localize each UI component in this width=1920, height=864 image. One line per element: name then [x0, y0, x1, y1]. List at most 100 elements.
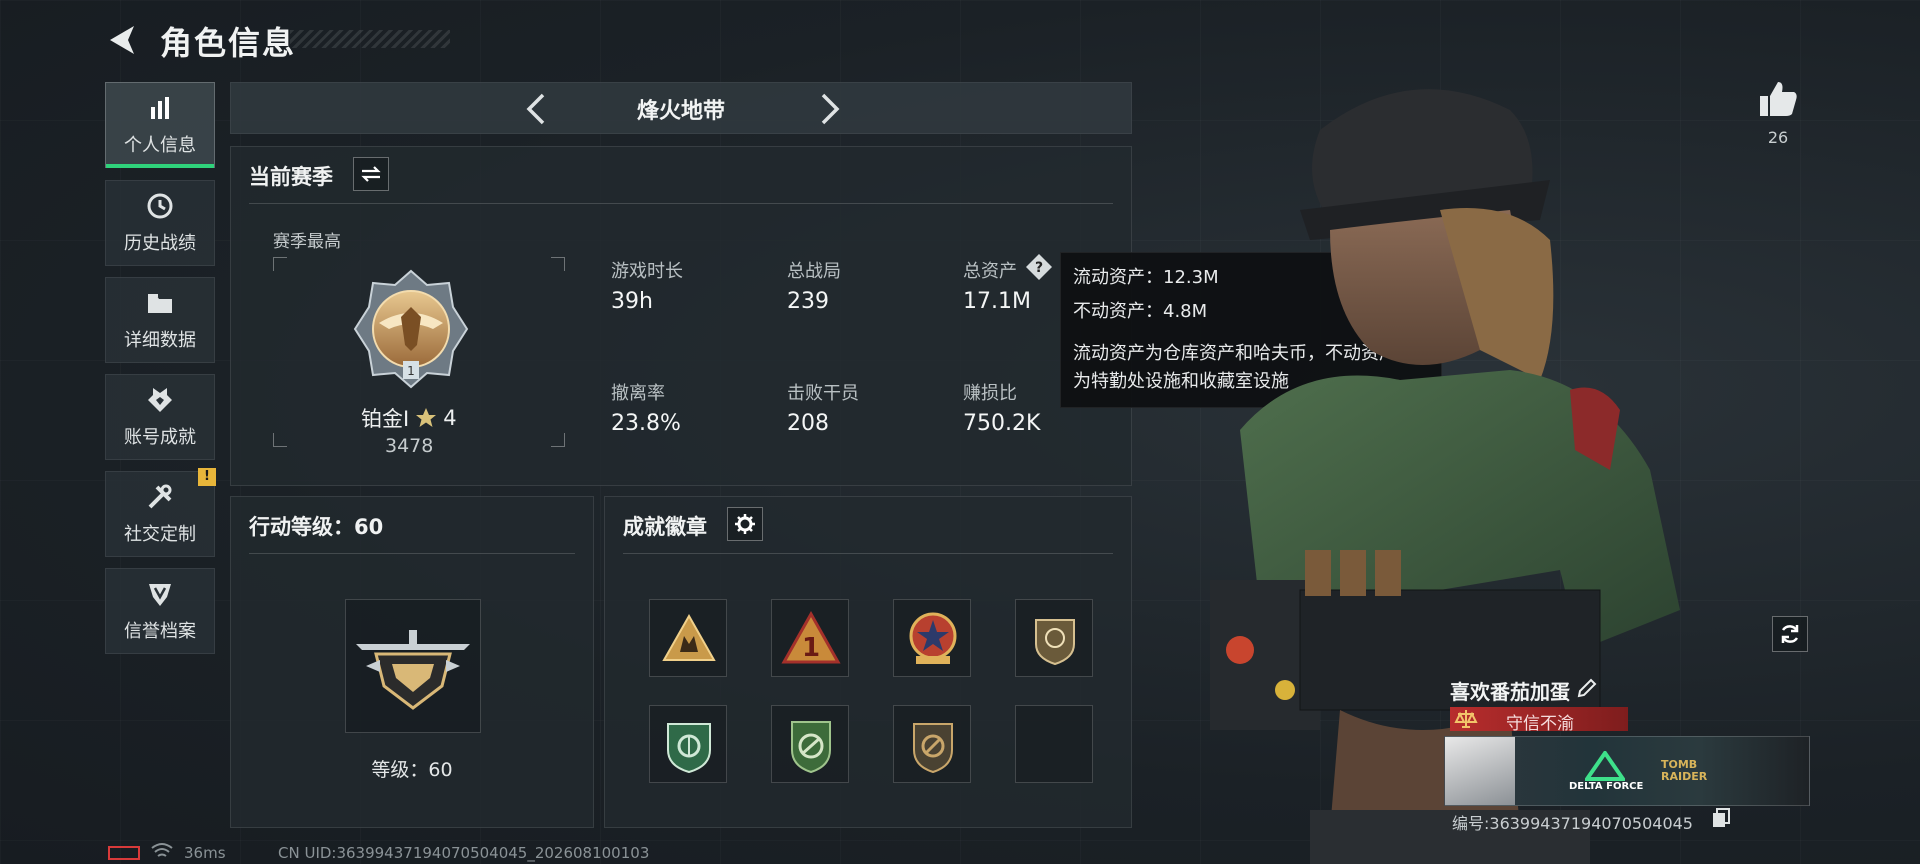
- skull-shield-badge-icon: [1035, 619, 1075, 666]
- bar-chart-icon: [151, 97, 169, 119]
- badge-empty-slot[interactable]: [1015, 705, 1093, 783]
- badge-number-one[interactable]: 1: [771, 599, 849, 677]
- stat-label: 撤离率: [611, 383, 665, 404]
- folder-icon: [148, 294, 172, 313]
- stat-value: 208: [787, 411, 829, 436]
- sidebar-item-history[interactable]: 历史战绩: [105, 180, 215, 266]
- edit-pencil-icon[interactable]: [1576, 677, 1598, 699]
- level-emblem-frame: [345, 599, 481, 733]
- divider: [623, 553, 1113, 554]
- stat-value: 39h: [611, 289, 653, 314]
- copy-icon[interactable]: [1712, 808, 1730, 828]
- action-level-panel: 行动等级：60 等级：60: [230, 496, 594, 828]
- season-title: 当前赛季: [249, 165, 333, 189]
- stat-label: 总战局: [787, 261, 841, 282]
- like-count: 26: [1767, 128, 1789, 147]
- stat-value: 239: [787, 289, 829, 314]
- title-decoration: [290, 30, 450, 48]
- thumbs-up-icon[interactable]: [1758, 80, 1798, 118]
- divider: [249, 553, 575, 554]
- stat-label: 游戏时长: [611, 261, 683, 282]
- page-title: 角色信息: [160, 24, 297, 62]
- sidebar-item-achievements[interactable]: 账号成就: [105, 374, 215, 460]
- sidebar-item-label: 详细数据: [124, 330, 196, 351]
- shield-icon: [149, 584, 171, 606]
- rank-emblem-icon: 1: [353, 269, 469, 389]
- badge-skull-shield[interactable]: [1015, 599, 1093, 677]
- rank-name: 铂金Ⅰ: [361, 407, 410, 431]
- stat-value: 750.2K: [963, 411, 1041, 436]
- badge-triangle-squad[interactable]: [649, 599, 727, 677]
- achievement-title: 成就徽章: [623, 515, 707, 539]
- season-best-label: 赛季最高: [273, 232, 341, 252]
- delta-logo-icon: [1585, 751, 1625, 781]
- frame-corner: [551, 257, 565, 271]
- battery-icon: [108, 846, 140, 860]
- profile-banner: DELTA FORCE TOMB RAIDER: [1444, 736, 1810, 806]
- wifi-icon: [151, 843, 173, 857]
- badge-star-emblem[interactable]: [893, 599, 971, 677]
- frame-corner: [273, 433, 287, 447]
- swap-icon: [361, 166, 381, 182]
- uid-text: CN UID:36399437194070504045_202608100103: [278, 844, 650, 862]
- rank-score: 3478: [385, 435, 434, 457]
- svg-text:?: ?: [1035, 260, 1043, 276]
- tools-icon: [148, 484, 172, 509]
- stat-value: 17.1M: [963, 289, 1031, 314]
- sidebar-item-label: 历史战绩: [124, 233, 196, 254]
- refresh-button[interactable]: [1772, 616, 1808, 652]
- mode-title: 烽火地带: [636, 99, 725, 124]
- player-id: 编号:3639943719407050404​5: [1452, 814, 1693, 833]
- star-icon: [416, 408, 437, 427]
- achievement-icon: [148, 388, 172, 412]
- ping-text: 36ms: [184, 844, 226, 862]
- player-name: 喜欢番茄加蛋: [1450, 680, 1570, 704]
- switch-season-button[interactable]: [353, 157, 389, 191]
- mode-selector: 烽火地带: [230, 82, 1132, 134]
- stat-label: 总资产: [963, 261, 1017, 282]
- svg-text:1: 1: [407, 364, 415, 378]
- help-icon[interactable]: ?: [1025, 253, 1053, 281]
- sidebar-item-social-custom[interactable]: 社交定制 !: [105, 468, 216, 557]
- avatar: [1445, 737, 1515, 805]
- number-one-badge-icon: 1: [781, 610, 841, 664]
- history-clock-icon: [147, 193, 173, 219]
- divider: [249, 203, 1113, 204]
- helicopter-emblem-icon: [356, 630, 470, 710]
- bronze-shield-badge-icon: [913, 723, 953, 774]
- chevron-right-icon[interactable]: [811, 91, 847, 127]
- sidebar-item-label: 社交定制: [124, 524, 196, 545]
- star-emblem-badge-icon: [909, 612, 957, 664]
- sidebar-item-label: 个人信息: [124, 135, 196, 156]
- achievement-settings-button[interactable]: [727, 507, 763, 541]
- rank-stars: 4: [443, 406, 457, 430]
- sidebar-item-label: 账号成就: [124, 427, 196, 448]
- banner-logo-tomb: TOMB RAIDER: [1661, 758, 1708, 783]
- triangle-squad-badge-icon: [662, 613, 716, 661]
- sidebar-item-credit-record[interactable]: 信誉档案: [105, 568, 215, 654]
- gear-icon: [735, 514, 755, 534]
- sidebar-item-label: 信誉档案: [124, 621, 196, 642]
- badge-green-shield[interactable]: [649, 705, 727, 783]
- frame-corner: [551, 433, 565, 447]
- refresh-icon: [1781, 625, 1799, 643]
- action-level-title: 行动等级：60: [249, 515, 384, 539]
- scales-icon: [1454, 710, 1478, 728]
- stat-value: 23.8%: [611, 411, 681, 436]
- badge-green-crest[interactable]: [771, 705, 849, 783]
- honor-title-bar: 守信不渝: [1450, 707, 1628, 734]
- frame-corner: [273, 257, 287, 271]
- back-arrow-icon[interactable]: [104, 22, 140, 58]
- warning-badge: !: [198, 468, 216, 486]
- stat-label: 击败干员: [787, 383, 859, 404]
- honor-title: 守信不渝: [1506, 714, 1574, 734]
- level-text: 等级：60: [371, 759, 453, 781]
- sidebar-item-personal-info[interactable]: 个人信息: [105, 82, 215, 168]
- svg-text:1: 1: [802, 633, 820, 663]
- green-crest-badge-icon: [791, 721, 831, 774]
- green-shield-badge-icon: [667, 723, 711, 774]
- sidebar-item-detailed-data[interactable]: 详细数据: [105, 277, 215, 363]
- achievement-panel: 成就徽章 1: [604, 496, 1132, 828]
- season-panel: 当前赛季 赛季最高 1 铂金Ⅰ 4 3478 游戏时长 39h 总战局 239 …: [230, 146, 1132, 486]
- badge-bronze-shield[interactable]: [893, 705, 971, 783]
